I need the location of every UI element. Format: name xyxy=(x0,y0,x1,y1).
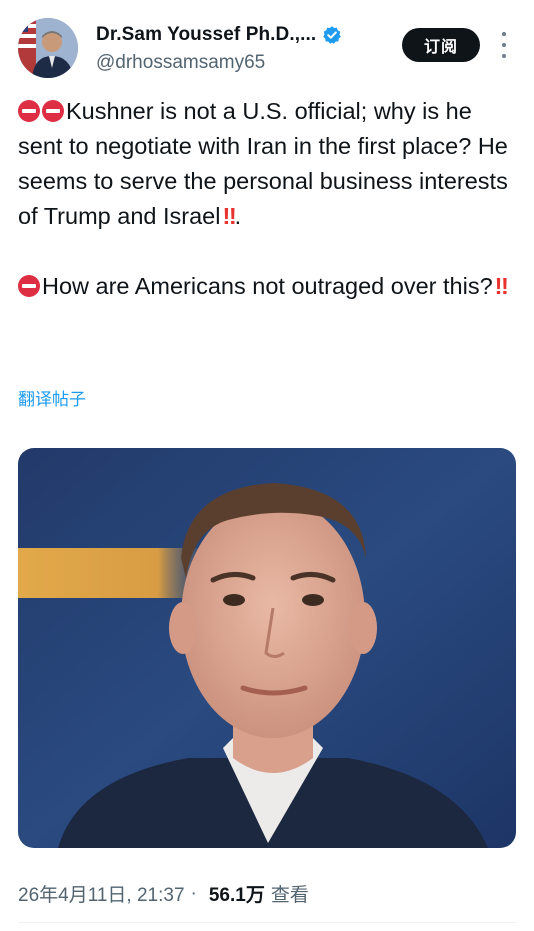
double-exclamation-emoji-icon: ‼ xyxy=(494,273,509,299)
paragraph-2-text: How are Americans not outraged over this… xyxy=(42,273,493,299)
divider xyxy=(18,922,516,923)
views-label[interactable]: 查看 xyxy=(271,880,309,907)
tweet-photo[interactable] xyxy=(18,448,516,848)
no-entry-emoji-icon xyxy=(18,100,40,122)
timestamp[interactable]: 26年4月11日, 21:37 xyxy=(18,880,185,907)
translate-post-link[interactable]: 翻译帖子 xyxy=(18,385,86,410)
tweet-text: Kushner is not a U.S. official; why is h… xyxy=(18,94,518,304)
tweet-paragraph-1: Kushner is not a U.S. official; why is h… xyxy=(18,94,518,234)
tweet-meta: 26年4月11日, 21:37 · 56.1万 查看 xyxy=(18,880,309,907)
more-vertical-icon[interactable] xyxy=(496,32,512,58)
paragraph-1-text: Kushner is not a U.S. official; why is h… xyxy=(18,98,508,229)
avatar[interactable] xyxy=(18,18,78,78)
views-count[interactable]: 56.1万 xyxy=(209,880,265,907)
tweet-paragraph-2: How are Americans not outraged over this… xyxy=(18,269,518,304)
paragraph-1-end: . xyxy=(234,203,242,229)
no-entry-emoji-icon xyxy=(42,100,64,122)
display-name[interactable]: Dr.Sam Youssef Ph.D.,... xyxy=(96,24,316,46)
subscribe-button[interactable]: 订阅 xyxy=(402,28,480,62)
verified-badge-icon xyxy=(322,25,342,45)
tweet-header: Dr.Sam Youssef Ph.D.,... @drhossamsamy65… xyxy=(18,18,518,80)
double-exclamation-emoji-icon: ‼ xyxy=(222,203,236,229)
author-handle[interactable]: @drhossamsamy65 xyxy=(96,52,265,74)
no-entry-emoji-icon xyxy=(18,275,40,297)
separator-dot: · xyxy=(190,882,197,904)
author-name-row[interactable]: Dr.Sam Youssef Ph.D.,... xyxy=(96,24,342,46)
